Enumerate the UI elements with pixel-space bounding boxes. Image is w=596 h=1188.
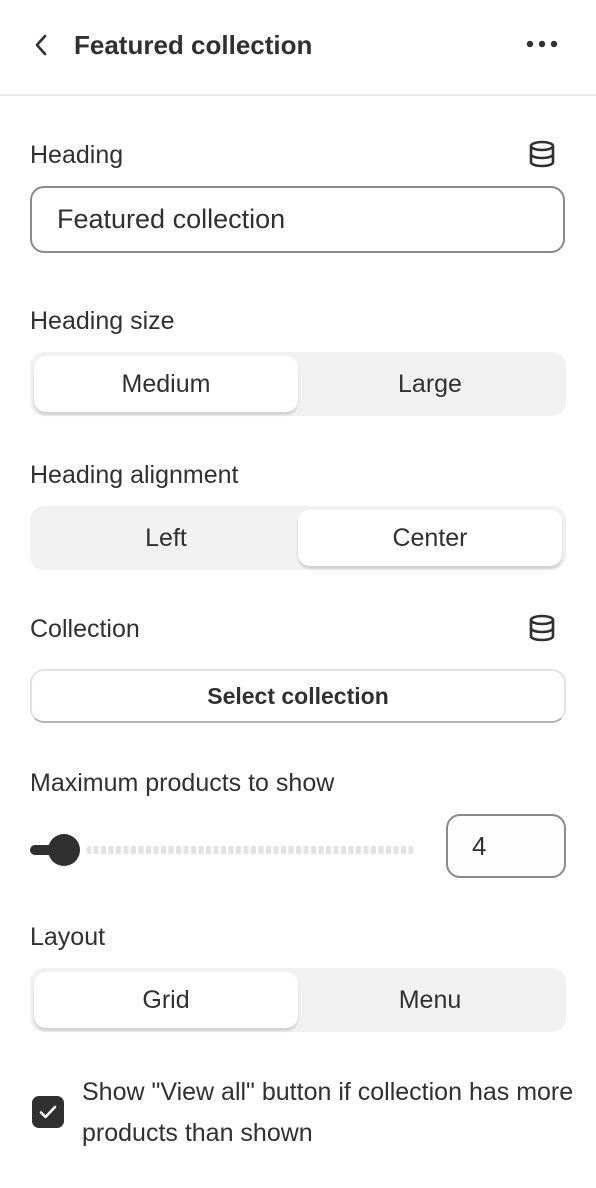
- panel-header: Featured collection: [0, 0, 596, 96]
- chevron-left-icon: [35, 34, 47, 56]
- heading-size-label: Heading size: [30, 307, 175, 335]
- slider-thumb[interactable]: [48, 834, 80, 866]
- layout-grid-option[interactable]: Grid: [34, 972, 298, 1028]
- database-icon[interactable]: [528, 140, 556, 168]
- database-icon[interactable]: [528, 614, 556, 642]
- heading-size-segmented-control: Medium Large: [30, 352, 566, 416]
- checkmark-icon: [39, 1105, 57, 1119]
- select-collection-button[interactable]: Select collection: [30, 669, 566, 723]
- slider-track[interactable]: [86, 846, 414, 854]
- max-products-slider[interactable]: [30, 830, 416, 870]
- layout-segmented-control: Grid Menu: [30, 968, 566, 1032]
- ellipsis-icon: [526, 40, 558, 48]
- heading-alignment-segmented-control: Left Center: [30, 506, 566, 570]
- heading-alignment-left-option[interactable]: Left: [34, 510, 298, 566]
- heading-size-medium-option[interactable]: Medium: [34, 356, 298, 412]
- view-all-checkbox[interactable]: [32, 1096, 64, 1128]
- heading-alignment-label: Heading alignment: [30, 461, 239, 489]
- heading-label: Heading: [30, 141, 124, 169]
- more-actions-button[interactable]: [524, 32, 560, 56]
- max-products-label: Maximum products to show: [30, 769, 335, 797]
- back-button[interactable]: [30, 30, 52, 60]
- panel-title: Featured collection: [74, 30, 313, 60]
- layout-label: Layout: [30, 923, 106, 951]
- view-all-checkbox-label[interactable]: Show "View all" button if collection has…: [82, 1072, 582, 1154]
- max-products-input[interactable]: 4: [446, 814, 566, 878]
- heading-input[interactable]: Featured collection: [30, 186, 565, 253]
- heading-size-large-option[interactable]: Large: [298, 356, 562, 412]
- heading-alignment-center-option[interactable]: Center: [298, 510, 562, 566]
- collection-label: Collection: [30, 615, 140, 643]
- layout-menu-option[interactable]: Menu: [298, 972, 562, 1028]
